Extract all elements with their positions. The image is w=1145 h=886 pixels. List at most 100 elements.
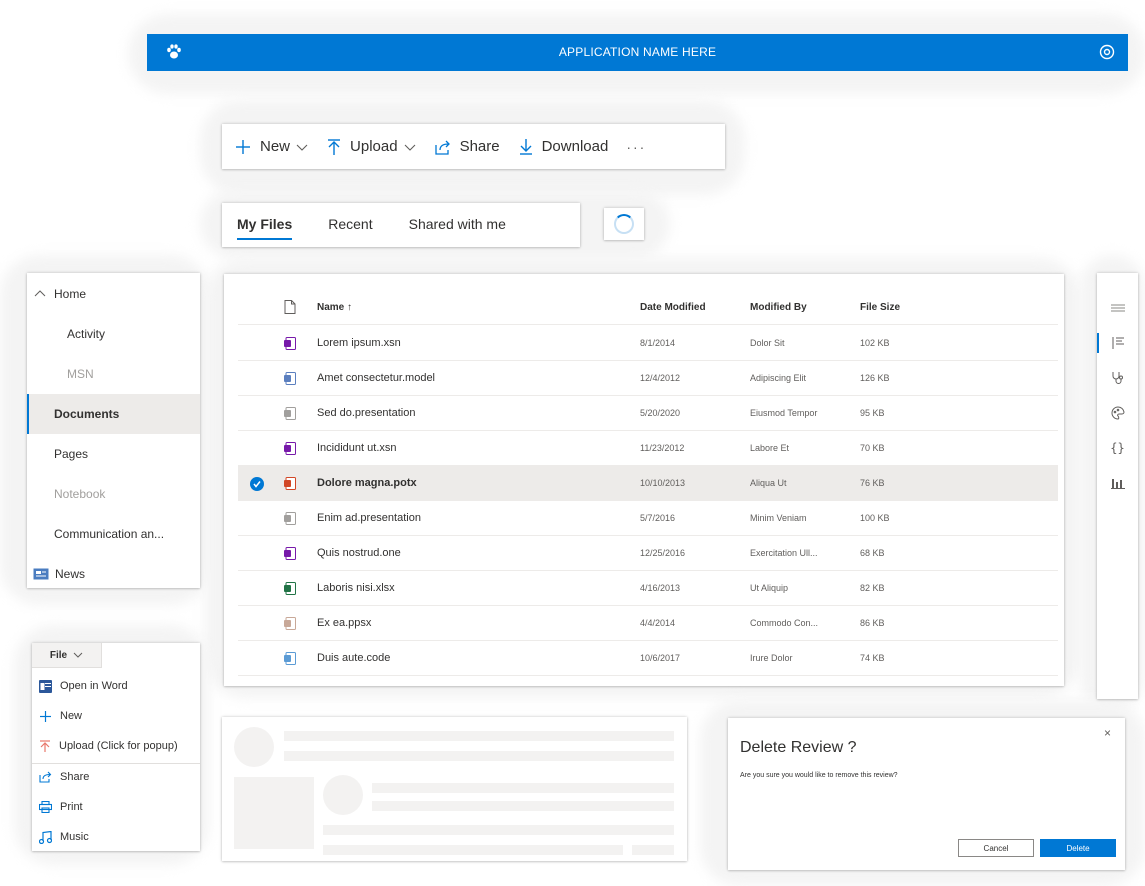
file-name[interactable]: Lorem ipsum.xsn	[317, 326, 401, 361]
table-row[interactable]: Incididunt ut.xsn 11/23/2012 Labore Et 70 K…	[238, 431, 1058, 466]
tab-my-files[interactable]: My Files	[237, 203, 293, 247]
file-name[interactable]: Sed do.presentation	[317, 396, 415, 431]
table-row[interactable]: Enim ad.presentation 5/7/2016 Minim Veniam…	[238, 501, 1058, 536]
model-file-icon	[284, 372, 296, 385]
nav-item-news[interactable]: News	[27, 554, 200, 594]
onenote-icon	[284, 337, 296, 350]
file-name[interactable]: Dolore magna.potx	[317, 466, 417, 501]
file-size: 82 KB	[860, 583, 885, 593]
modified-by: Commodo Con...	[750, 618, 819, 628]
column-file-size[interactable]: File Size	[860, 290, 900, 325]
menu-item-share[interactable]: Share	[32, 762, 200, 792]
app-title: APPLICATION NAME HERE	[558, 45, 717, 59]
table-row[interactable]: Quis nostrud.one 12/25/2016 Exercitation U…	[238, 536, 1058, 571]
file-size: 68 KB	[860, 548, 885, 558]
close-icon[interactable]: ×	[1104, 726, 1111, 740]
delete-dialog: × Delete Review ? Are you sure you would…	[728, 718, 1125, 870]
palette-icon[interactable]	[1097, 403, 1138, 423]
file-size: 102 KB	[860, 338, 890, 348]
document-column-icon	[284, 300, 296, 314]
menu-item-label: Upload (Click for popup)	[59, 740, 178, 752]
upload-button[interactable]: Upload	[326, 138, 416, 156]
menu-item-new[interactable]: New	[32, 701, 200, 731]
download-button[interactable]: Download	[518, 138, 608, 156]
file-list: Name ↑ Date Modified Modified By File Si…	[224, 274, 1064, 686]
dialog-message: Are you sure you would like to remove th…	[740, 772, 898, 779]
nav-item-msn: MSN	[27, 354, 200, 394]
code-braces-icon[interactable]: {}	[1097, 438, 1138, 458]
file-name[interactable]: Amet consectetur.model	[317, 361, 435, 396]
menu-item-open-in-word[interactable]: Open in Word	[32, 671, 200, 701]
gear-icon[interactable]	[1098, 43, 1116, 66]
new-button[interactable]: New	[234, 138, 308, 156]
file-size: 126 KB	[860, 373, 890, 383]
file-name[interactable]: Duis aute.code	[317, 641, 390, 676]
table-row[interactable]: Dolore magna.potx 10/10/2013 Aliqua Ut 76 K…	[238, 466, 1058, 501]
column-modified-by[interactable]: Modified By	[750, 290, 807, 325]
nav-item-label: Pages	[54, 447, 89, 461]
music-note-icon	[39, 830, 52, 844]
nav-item-documents[interactable]: Documents	[27, 394, 200, 434]
delete-button[interactable]: Delete	[1040, 839, 1116, 857]
column-name[interactable]: Name ↑	[317, 290, 352, 325]
menu-item-upload[interactable]: Upload (Click for popup)	[32, 731, 200, 761]
right-rail: {}	[1097, 273, 1138, 699]
download-icon	[519, 138, 532, 155]
word-icon	[39, 679, 52, 693]
modified-by: Exercitation Ull...	[750, 548, 818, 558]
modified-by: Aliqua Ut	[750, 478, 787, 488]
nav-item-activity[interactable]: Activity	[27, 314, 200, 354]
file-menu: File Open in Word New Upload (Click for …	[32, 643, 200, 851]
print-icon	[39, 801, 52, 813]
share-icon	[39, 771, 52, 783]
nav-item-communication[interactable]: Communication an...	[27, 514, 200, 554]
shimmer-circle	[323, 775, 363, 815]
nav-item-pages[interactable]: Pages	[27, 434, 200, 474]
news-icon	[33, 568, 49, 580]
nav-item-home[interactable]: Home	[27, 274, 200, 314]
table-row[interactable]: Amet consectetur.model 12/4/2012 Adipiscin…	[238, 361, 1058, 396]
menu-item-music[interactable]: Music	[32, 822, 200, 852]
menu-lines-icon[interactable]	[1097, 298, 1138, 318]
column-date-modified[interactable]: Date Modified	[640, 290, 706, 325]
pivot-tabs: My Files Recent Shared with me	[222, 203, 580, 247]
file-menu-label: File	[49, 649, 68, 661]
file-menu-button[interactable]: File	[32, 643, 102, 668]
plus-icon	[236, 139, 250, 154]
shimmer-line	[632, 845, 674, 855]
tab-shared-with-me[interactable]: Shared with me	[409, 203, 506, 247]
table-row[interactable]: Sed do.presentation 5/20/2020 Eiusmod Temp…	[238, 396, 1058, 431]
shimmer-line	[372, 801, 674, 811]
bar-chart-icon[interactable]	[1097, 473, 1138, 493]
stethoscope-icon[interactable]	[1097, 368, 1138, 388]
date-modified: 12/25/2016	[640, 548, 686, 558]
file-name[interactable]: Incididunt ut.xsn	[317, 431, 397, 466]
share-button[interactable]: Share	[434, 138, 500, 155]
cancel-button[interactable]: Cancel	[958, 839, 1034, 857]
table-row[interactable]: Laboris nisi.xlsx 4/16/2013 Ut Aliquip 82 K…	[238, 571, 1058, 606]
file-name[interactable]: Laboris nisi.xlsx	[317, 571, 395, 606]
date-modified: 11/23/2012	[640, 443, 685, 453]
more-options-icon[interactable]: ···	[626, 139, 646, 155]
shimmer-line	[323, 825, 674, 835]
file-name[interactable]: Quis nostrud.one	[317, 536, 401, 571]
table-row[interactable]: Lorem ipsum.xsn 8/1/2014 Dolor Sit 102 KB	[238, 326, 1058, 361]
file-name[interactable]: Enim ad.presentation	[317, 501, 421, 536]
list-view-icon[interactable]	[1097, 333, 1138, 353]
nav-item-label: Documents	[54, 407, 120, 421]
date-modified: 10/6/2017	[640, 653, 681, 663]
checkmark-icon[interactable]	[250, 477, 264, 491]
date-modified: 5/20/2020	[640, 408, 681, 418]
table-row[interactable]: Ex ea.ppsx 4/4/2014 Commodo Con... 86 KB	[238, 606, 1058, 641]
chevron-up-icon	[34, 290, 46, 297]
menu-item-print[interactable]: Print	[32, 792, 200, 822]
modified-by: Dolor Sit	[750, 338, 785, 348]
shimmer-placeholder	[222, 717, 687, 861]
command-bar: New Upload Share Download ···	[222, 124, 725, 169]
code-file-icon	[284, 652, 296, 665]
file-size: 86 KB	[860, 618, 885, 628]
tab-recent[interactable]: Recent	[328, 203, 372, 247]
nav-item-notebook: Notebook	[27, 474, 200, 514]
table-row[interactable]: Duis aute.code 10/6/2017 Irure Dolor 74 KB	[238, 641, 1058, 676]
file-name[interactable]: Ex ea.ppsx	[317, 606, 371, 641]
